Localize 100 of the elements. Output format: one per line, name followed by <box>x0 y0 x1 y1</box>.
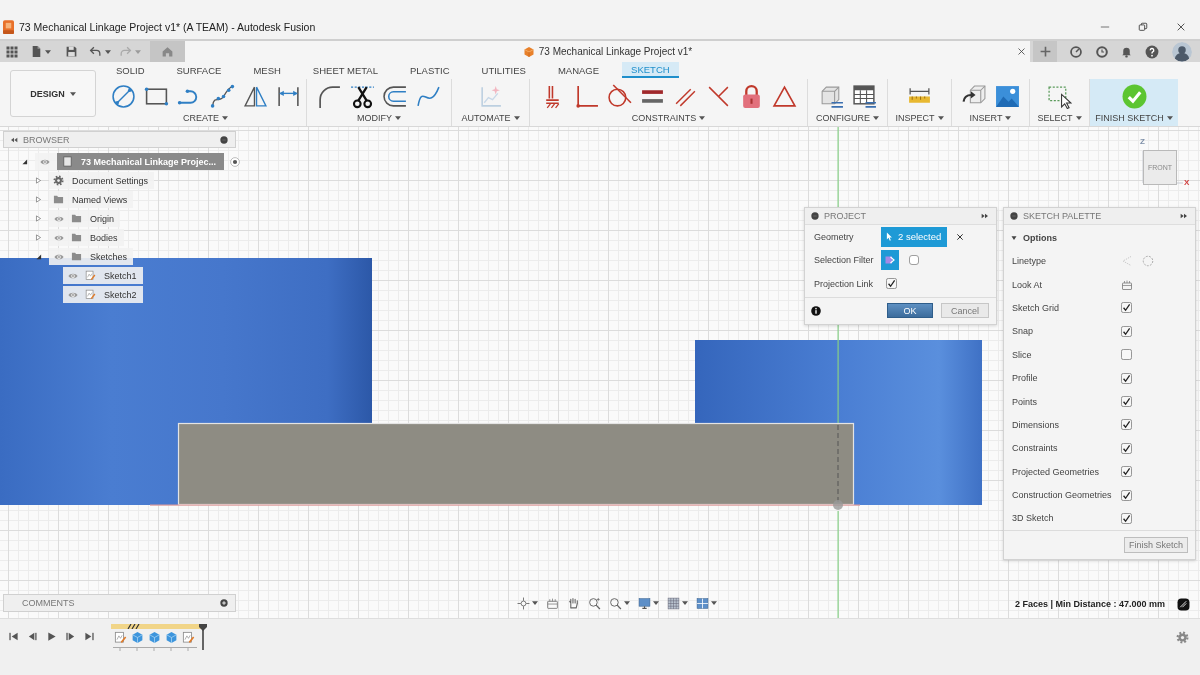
checkbox[interactable] <box>1121 489 1132 501</box>
checkbox[interactable] <box>1121 466 1132 478</box>
tree-item[interactable]: Origin <box>49 210 120 227</box>
monitor-icon[interactable] <box>638 596 651 610</box>
sketch-canvas[interactable] <box>0 127 1200 618</box>
ribbon-tab[interactable]: SOLID <box>107 62 154 78</box>
collapsed-arrow-icon[interactable] <box>34 196 42 203</box>
caret-icon[interactable] <box>532 601 538 605</box>
checkbox[interactable] <box>1121 372 1132 384</box>
radio-icon[interactable] <box>230 156 241 167</box>
finish-sketch-button[interactable]: Finish Sketch <box>1123 537 1188 554</box>
nested-curves-icon[interactable] <box>383 83 408 109</box>
dot-icon[interactable] <box>1010 212 1018 220</box>
playhead-marker[interactable] <box>199 624 207 650</box>
tree-item[interactable]: Sketches <box>49 248 134 265</box>
viewports-icon[interactable] <box>696 596 709 610</box>
expanded-arrow-icon[interactable] <box>20 158 28 165</box>
checkbox[interactable] <box>1121 442 1132 454</box>
tree-item[interactable]: Sketch1 <box>63 267 143 284</box>
double-arrow-icon[interactable] <box>1180 212 1188 220</box>
checkbox[interactable] <box>1121 396 1132 408</box>
zoom-window-icon[interactable] <box>588 596 601 610</box>
selection-box-icon[interactable] <box>1047 83 1072 109</box>
undo-icon[interactable] <box>89 45 102 58</box>
table-sliders-icon[interactable] <box>851 83 877 109</box>
cube-icon[interactable] <box>165 631 178 644</box>
ok-button[interactable]: OK <box>887 303 933 318</box>
sketch-point[interactable] <box>833 500 843 510</box>
cube-icon[interactable] <box>131 631 144 644</box>
spline-icon[interactable] <box>209 83 235 109</box>
filter-toggle[interactable] <box>881 250 899 271</box>
zoom-icon[interactable] <box>609 596 622 610</box>
group-menu-button[interactable]: SELECT <box>1037 113 1082 123</box>
close-icon[interactable] <box>1017 47 1026 56</box>
avatar-icon[interactable] <box>1172 41 1192 62</box>
cancel-button[interactable]: Cancel <box>941 303 989 318</box>
save-icon[interactable] <box>65 45 78 58</box>
circle-icon[interactable] <box>110 83 136 109</box>
ribbon-tab[interactable]: MESH <box>244 62 290 78</box>
group-menu-button[interactable]: CREATE <box>183 113 228 123</box>
collapsed-arrow-icon[interactable] <box>34 177 42 184</box>
collapsed-arrow-icon[interactable] <box>34 234 42 241</box>
checkbox[interactable] <box>1121 325 1132 337</box>
group-menu-button[interactable]: MODIFY <box>357 113 401 123</box>
caret-icon[interactable] <box>624 601 630 605</box>
group-menu-button[interactable]: FINISH SKETCH <box>1095 113 1173 123</box>
image-icon[interactable] <box>994 83 1020 109</box>
dot-icon[interactable] <box>220 135 228 144</box>
ribbon-tab[interactable]: UTILITIES <box>472 62 535 78</box>
ribbon-tab[interactable]: SHEET METAL <box>303 62 387 78</box>
tree-item[interactable]: Sketch2 <box>63 286 143 303</box>
skip-end-icon[interactable] <box>84 631 95 642</box>
checkbox[interactable] <box>1121 513 1132 524</box>
caret-icon[interactable] <box>653 601 659 605</box>
cube-icon[interactable] <box>148 631 161 644</box>
triangle-icon[interactable] <box>771 83 797 109</box>
cube-sliders-icon[interactable] <box>818 83 844 109</box>
double-arrow-icon[interactable] <box>981 212 989 220</box>
checkbox[interactable] <box>1121 419 1132 431</box>
checkbox[interactable] <box>1121 302 1132 314</box>
group-menu-button[interactable]: CONSTRAINTS <box>631 113 706 123</box>
grid-display-icon[interactable] <box>667 596 680 610</box>
clear-icon[interactable] <box>956 232 965 241</box>
bell-icon[interactable] <box>1120 45 1133 58</box>
look-at-icon[interactable] <box>1121 278 1133 291</box>
group-menu-button[interactable]: CONFIGURE <box>816 113 879 123</box>
collapsed-arrow-icon[interactable] <box>34 215 42 222</box>
expanded-arrow-icon[interactable] <box>34 253 42 260</box>
caret-icon[interactable] <box>105 49 111 54</box>
play-icon[interactable] <box>46 631 57 642</box>
expanded-arrow-icon[interactable] <box>1011 234 1017 241</box>
file-icon[interactable] <box>30 45 43 58</box>
ribbon-tab[interactable]: SURFACE <box>167 62 231 78</box>
pan-hand-icon[interactable] <box>567 596 580 610</box>
group-menu-button[interactable]: INSPECT <box>895 113 944 123</box>
new-tab-button[interactable] <box>1033 41 1057 62</box>
skip-start-icon[interactable] <box>8 631 19 642</box>
circle-tangent-icon[interactable] <box>606 83 632 109</box>
check-icon[interactable] <box>1121 83 1147 109</box>
sketch-icon[interactable] <box>182 631 195 644</box>
workspace-dropdown[interactable]: DESIGN <box>10 70 96 117</box>
apps-grid-icon[interactable] <box>6 45 18 58</box>
clock-icon[interactable] <box>1095 44 1109 59</box>
caret-icon[interactable] <box>682 601 688 605</box>
checkbox[interactable] <box>1121 349 1132 361</box>
step-forward-icon[interactable] <box>65 631 76 642</box>
ribbon-tab[interactable]: PLASTIC <box>400 62 459 78</box>
tree-item[interactable]: Document Settings <box>49 172 155 189</box>
scissors-icon[interactable] <box>350 83 375 109</box>
help-icon[interactable] <box>1145 44 1159 59</box>
badge-icon[interactable] <box>1177 598 1190 611</box>
collapse-icon[interactable] <box>10 135 18 144</box>
arc-corner-icon[interactable] <box>317 83 342 109</box>
checkbox[interactable] <box>886 278 897 290</box>
sketch-icon[interactable] <box>114 631 127 644</box>
caret-icon[interactable] <box>45 49 51 54</box>
info-icon[interactable] <box>811 305 821 316</box>
group-menu-button[interactable]: INSERT <box>969 113 1012 123</box>
ribbon-tab[interactable]: MANAGE <box>548 62 609 78</box>
group-menu-button[interactable]: AUTOMATE <box>461 113 520 123</box>
